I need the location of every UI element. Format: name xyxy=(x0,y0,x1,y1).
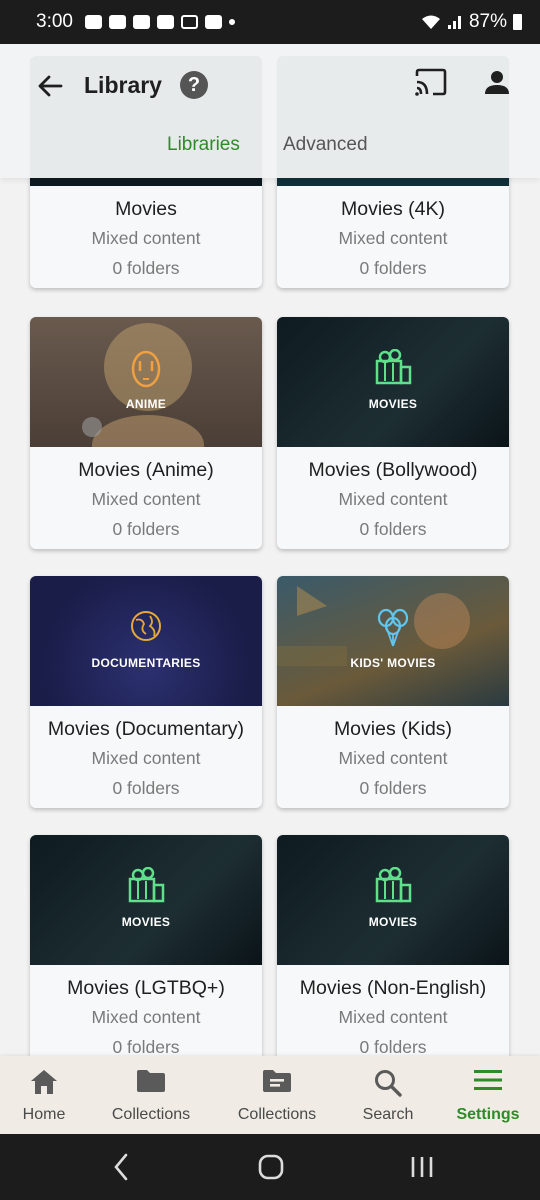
nav-settings-label: Settings xyxy=(456,1106,520,1123)
status-bar: 3:00 87% xyxy=(0,0,540,44)
card-title: Movies (Anime) xyxy=(78,459,214,481)
popcorn-icon xyxy=(128,867,165,903)
nav-collections-folder[interactable]: Collections xyxy=(100,1056,202,1134)
home-circle-icon xyxy=(258,1154,284,1180)
nav-search-label: Search xyxy=(362,1106,414,1123)
card-title: Movies xyxy=(115,198,177,220)
nav-collections-label: Collections xyxy=(111,1106,191,1123)
card-folder-count: 0 folders xyxy=(112,258,180,278)
popcorn-icon xyxy=(375,349,412,385)
tab-advanced[interactable]: Advanced xyxy=(283,134,368,156)
status-time: 3:00 xyxy=(36,11,73,32)
game-icon xyxy=(156,15,174,29)
card-title: Movies (Documentary) xyxy=(47,718,245,740)
thumb-label: DOCUMENTARIES xyxy=(91,656,201,670)
youtube-icon xyxy=(204,15,222,29)
tab-libraries[interactable]: Libraries xyxy=(167,134,240,156)
card-content-type: Mixed content xyxy=(338,228,448,248)
card-thumbnail: MOVIES xyxy=(30,835,262,965)
thumb-label: ANIME xyxy=(125,397,167,411)
card-thumbnail: KIDS' MOVIES xyxy=(277,576,509,706)
card-content-type: Mixed content xyxy=(91,228,201,248)
card-folder-count: 0 folders xyxy=(112,519,180,539)
system-home-button[interactable] xyxy=(251,1149,291,1185)
library-grid: Movies Mixed content 0 folders Movies (4… xyxy=(0,0,540,1200)
cloud-icon xyxy=(180,15,198,29)
account-button[interactable] xyxy=(482,68,522,104)
card-folder-count: 0 folders xyxy=(112,778,180,798)
card-folder-count: 0 folders xyxy=(359,778,427,798)
help-icon[interactable]: ? xyxy=(180,71,208,99)
thumb-label: MOVIES xyxy=(368,397,418,411)
calendar-icon xyxy=(108,15,126,29)
anime-mask-icon xyxy=(131,350,161,388)
card-content-type: Mixed content xyxy=(91,748,201,768)
card-thumbnail: DOCUMENTARIES xyxy=(30,576,262,706)
library-card-movies-bollywood[interactable]: MOVIES Movies (Bollywood) Mixed content … xyxy=(277,317,509,549)
menu-icon xyxy=(474,1070,502,1090)
page-title: Library xyxy=(84,72,162,98)
card-title: Movies (4K) xyxy=(340,198,446,220)
card-title: Movies (Bollywood) xyxy=(308,459,478,481)
library-card-movies-lgtbq[interactable]: MOVIES Movies (LGTBQ+) Mixed content 0 f… xyxy=(30,835,262,1067)
card-content-type: Mixed content xyxy=(91,1007,201,1027)
recents-icon xyxy=(411,1157,433,1177)
notification-icons xyxy=(84,15,235,29)
balloons-icon xyxy=(377,608,409,647)
system-back-button[interactable] xyxy=(102,1149,142,1185)
card-thumbnail: MOVIES xyxy=(277,317,509,447)
game-icon xyxy=(132,15,150,29)
card-title: Movies (LGTBQ+) xyxy=(67,977,225,999)
nav-search[interactable]: Search xyxy=(350,1056,426,1134)
card-content-type: Mixed content xyxy=(338,489,448,509)
card-folder-count: 0 folders xyxy=(359,519,427,539)
nav-collections-label: Collections xyxy=(237,1106,317,1123)
card-thumbnail: ANIME xyxy=(30,317,262,447)
library-card-movies-non-english[interactable]: MOVIES Movies (Non-English) Mixed conten… xyxy=(277,835,509,1067)
signal-icon xyxy=(447,16,461,29)
battery-percent: 87% xyxy=(468,11,507,32)
card-content-type: Mixed content xyxy=(91,489,201,509)
chevron-left-icon xyxy=(114,1153,128,1181)
library-card-movies-documentary[interactable]: DOCUMENTARIES Movies (Documentary) Mixed… xyxy=(30,576,262,808)
nav-settings[interactable]: Settings xyxy=(448,1056,528,1134)
collection-icon xyxy=(263,1070,291,1092)
message-icon xyxy=(84,15,102,29)
library-card-movies-anime[interactable]: ANIME Movies (Anime) Mixed content 0 fol… xyxy=(30,317,262,549)
thumb-label: KIDS' MOVIES xyxy=(350,656,436,670)
library-card-movies-kids[interactable]: KIDS' MOVIES Movies (Kids) Mixed content… xyxy=(277,576,509,808)
popcorn-icon xyxy=(375,867,412,903)
app-header: Library ? Libraries Advanced xyxy=(0,38,540,178)
system-recents-button[interactable] xyxy=(402,1149,442,1185)
cast-icon xyxy=(415,68,447,96)
nav-home[interactable]: Home xyxy=(4,1056,84,1134)
system-navigation-bar xyxy=(0,1134,540,1200)
card-thumbnail: MOVIES xyxy=(277,835,509,965)
thumb-label: MOVIES xyxy=(121,915,171,929)
wifi-icon xyxy=(421,15,440,29)
thumb-label: MOVIES xyxy=(368,915,418,929)
arrow-left-icon xyxy=(38,75,63,97)
globe-icon xyxy=(131,611,161,641)
battery-icon xyxy=(513,14,522,30)
bottom-navigation: Home Collections Collections Search Sett… xyxy=(0,1056,540,1134)
folder-icon xyxy=(137,1070,165,1092)
card-content-type: Mixed content xyxy=(338,1007,448,1027)
nav-collections-list[interactable]: Collections xyxy=(226,1056,328,1134)
card-content-type: Mixed content xyxy=(338,748,448,768)
person-icon xyxy=(485,71,509,94)
card-title: Movies (Kids) xyxy=(333,718,453,740)
more-dot-icon xyxy=(228,19,235,25)
search-icon xyxy=(375,1070,402,1097)
back-button[interactable] xyxy=(30,66,70,106)
nav-home-label: Home xyxy=(22,1106,66,1123)
cast-button[interactable] xyxy=(414,68,454,104)
card-folder-count: 0 folders xyxy=(359,258,427,278)
home-icon xyxy=(31,1070,57,1094)
tab-bar: Libraries Advanced xyxy=(0,130,540,170)
card-title: Movies (Non-English) xyxy=(299,977,487,999)
